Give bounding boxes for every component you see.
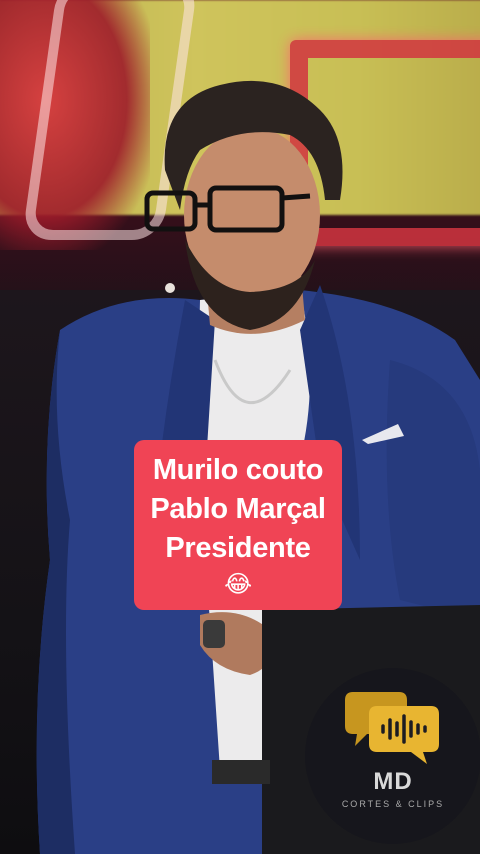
caption-line-3: Presidente — [165, 531, 311, 564]
caption-line-1: Murilo couto — [152, 453, 324, 486]
channel-watermark: MD CORTES & CLIPS — [305, 668, 480, 844]
laughing-emoji-icon: 😂 — [224, 569, 252, 598]
video-frame: Murilo couto Pablo Marçal Presidente 😂 M… — [0, 0, 480, 854]
caption-line-2: Pablo Marçal — [150, 492, 326, 525]
caption-box: Murilo couto Pablo Marçal Presidente 😂 — [134, 440, 342, 610]
belt — [212, 760, 270, 784]
headset-mic — [165, 283, 175, 293]
speech-bubbles-soundwave-icon — [345, 692, 439, 764]
watermark-logo-text: MD — [373, 768, 413, 795]
watermark-subtitle: CORTES & CLIPS — [341, 799, 445, 809]
wristwatch — [203, 620, 225, 648]
